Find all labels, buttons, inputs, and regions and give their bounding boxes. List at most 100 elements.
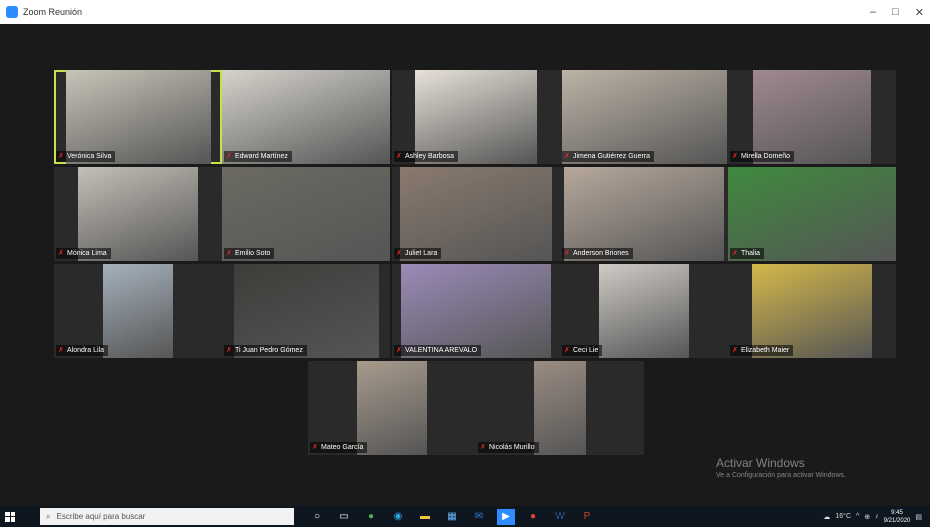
widgets-icon[interactable]: ▭ bbox=[335, 509, 353, 525]
notifications-icon[interactable]: ▤ bbox=[915, 513, 922, 521]
participant-nameplate: ✗ Thalia bbox=[730, 248, 765, 259]
participant-name: Emilio Soto bbox=[235, 250, 271, 257]
zoom-taskbar-icon[interactable]: ▶ bbox=[497, 508, 515, 525]
participant-video bbox=[564, 167, 724, 261]
taskbar: ⌕ Escribe aquí para buscar ○ ▭ ● ◉ ▬ ▦ ✉… bbox=[0, 506, 930, 527]
muted-mic-icon: ✗ bbox=[226, 346, 232, 354]
store-icon[interactable]: ▦ bbox=[443, 509, 461, 525]
muted-mic-icon: ✗ bbox=[396, 346, 402, 354]
explorer-icon[interactable]: ▬ bbox=[416, 509, 434, 525]
participant-video bbox=[753, 70, 871, 164]
participant-tile[interactable]: ✗ Mateo García bbox=[308, 361, 476, 455]
participant-tile[interactable]: ✗ Alondra Lila bbox=[54, 264, 222, 358]
muted-mic-icon: ✗ bbox=[312, 443, 318, 451]
participant-video bbox=[222, 70, 390, 164]
muted-mic-icon: ✗ bbox=[226, 249, 232, 257]
participant-tile[interactable]: ✗ Jimena Gutiérrez Guerra bbox=[560, 70, 728, 164]
participant-video bbox=[401, 264, 551, 358]
participant-nameplate: ✗ Mirella Domeño bbox=[730, 151, 795, 162]
participant-name: Mónica Lima bbox=[67, 250, 107, 257]
participant-video bbox=[534, 361, 586, 455]
search-placeholder: Escribe aquí para buscar bbox=[56, 512, 146, 521]
participant-tile[interactable]: ✗ Ashley Barbosa bbox=[392, 70, 560, 164]
minimize-button[interactable]: – bbox=[870, 6, 876, 18]
participant-tile[interactable]: ✗ Juliet Lara bbox=[392, 167, 560, 261]
participant-name: Alondra Lila bbox=[67, 347, 104, 354]
participant-tile[interactable]: ✗ Thalia bbox=[728, 167, 896, 261]
chrome-icon[interactable]: ● bbox=[362, 509, 380, 525]
participant-name: Mirella Domeño bbox=[741, 153, 791, 160]
volume-icon[interactable]: ♪ bbox=[875, 513, 879, 520]
windows-logo-icon bbox=[5, 511, 15, 522]
participant-nameplate: ✗ Mónica Lima bbox=[56, 248, 111, 259]
muted-mic-icon: ✗ bbox=[58, 249, 64, 257]
participant-name: Mateo García bbox=[321, 444, 364, 451]
participant-video bbox=[233, 264, 379, 358]
participant-tile[interactable]: ✗ Ceci Lie bbox=[560, 264, 728, 358]
participant-nameplate: ✗ Anderson Briones bbox=[562, 248, 633, 259]
participant-tile[interactable]: ✗ Ti Juan Pedro Gómez bbox=[222, 264, 390, 358]
close-button[interactable]: ✕ bbox=[915, 6, 924, 19]
muted-mic-icon: ✗ bbox=[564, 346, 570, 354]
participant-tile[interactable]: ✗ Anderson Briones bbox=[560, 167, 728, 261]
weather-icon[interactable]: ☁ bbox=[823, 513, 830, 521]
participant-name: Thalia bbox=[741, 250, 761, 257]
search-icon: ⌕ bbox=[46, 511, 51, 521]
watermark-subtitle: Ve a Configuración para activar Windows. bbox=[716, 472, 846, 479]
taskbar-search-input[interactable]: ⌕ Escribe aquí para buscar bbox=[40, 508, 294, 525]
participant-nameplate: ✗ Mateo García bbox=[310, 442, 368, 453]
participant-nameplate: ✗ Elizabeth Maier bbox=[730, 345, 794, 356]
chrome-alt-icon[interactable]: ● bbox=[524, 509, 542, 525]
participant-tile[interactable]: ✗ Edward Martínez bbox=[222, 70, 390, 164]
maximize-button[interactable]: □ bbox=[892, 6, 899, 18]
muted-mic-icon: ✗ bbox=[732, 346, 738, 354]
participant-name: VALENTINA AREVALO bbox=[405, 347, 478, 354]
zoom-icon bbox=[6, 6, 18, 18]
muted-mic-icon: ✗ bbox=[732, 249, 738, 257]
clock-date: 9/21/2020 bbox=[883, 517, 911, 524]
participant-tile[interactable]: ✗ Mónica Lima bbox=[54, 167, 222, 261]
participant-nameplate: ✗ Edward Martínez bbox=[224, 151, 292, 162]
participant-tile[interactable]: ✗ Verónica Silva bbox=[54, 70, 222, 164]
participant-tile[interactable]: ✗ Elizabeth Maier bbox=[728, 264, 896, 358]
muted-mic-icon: ✗ bbox=[58, 152, 64, 160]
participant-video bbox=[222, 167, 390, 261]
participant-tile[interactable]: ✗ Mirella Domeño bbox=[728, 70, 896, 164]
activate-windows-watermark: Activar Windows Ve a Configuración para … bbox=[716, 456, 846, 479]
participant-tile[interactable]: ✗ VALENTINA AREVALO bbox=[392, 264, 560, 358]
participant-video bbox=[599, 264, 689, 358]
participant-nameplate: ✗ Ashley Barbosa bbox=[394, 151, 459, 162]
start-button[interactable] bbox=[0, 506, 20, 527]
watermark-title: Activar Windows bbox=[716, 456, 805, 470]
task-view-icon[interactable]: ○ bbox=[308, 509, 326, 525]
tray-chevron-icon[interactable]: ^ bbox=[856, 513, 859, 520]
participant-nameplate: ✗ VALENTINA AREVALO bbox=[394, 345, 482, 356]
edge-icon[interactable]: ◉ bbox=[389, 509, 407, 525]
participant-name: Elizabeth Maier bbox=[741, 347, 790, 354]
participant-video bbox=[357, 361, 427, 455]
participant-nameplate: ✗ Ti Juan Pedro Gómez bbox=[224, 345, 307, 356]
mail-icon[interactable]: ✉ bbox=[470, 509, 488, 525]
powerpoint-icon[interactable]: P bbox=[578, 509, 596, 525]
network-icon[interactable]: ⊕ bbox=[864, 513, 870, 521]
muted-mic-icon: ✗ bbox=[480, 443, 486, 451]
participant-nameplate: ✗ Jimena Gutiérrez Guerra bbox=[562, 151, 655, 162]
participant-video bbox=[415, 70, 537, 164]
participant-tile[interactable]: ✗ Nicolás Murillo bbox=[476, 361, 644, 455]
participant-nameplate: ✗ Juliet Lara bbox=[394, 248, 442, 259]
muted-mic-icon: ✗ bbox=[396, 152, 402, 160]
muted-mic-icon: ✗ bbox=[396, 249, 402, 257]
participant-tile[interactable]: ✗ Emilio Soto bbox=[222, 167, 390, 261]
title-bar: Zoom Reunión – □ ✕ bbox=[0, 0, 930, 24]
clock[interactable]: 9:45 9/21/2020 bbox=[884, 509, 911, 525]
muted-mic-icon: ✗ bbox=[732, 152, 738, 160]
muted-mic-icon: ✗ bbox=[564, 152, 570, 160]
participant-video bbox=[752, 264, 872, 358]
participant-name: Ti Juan Pedro Gómez bbox=[235, 347, 303, 354]
participant-nameplate: ✗ Nicolás Murillo bbox=[478, 442, 539, 453]
participant-nameplate: ✗ Verónica Silva bbox=[56, 151, 116, 162]
participant-name: Nicolás Murillo bbox=[489, 444, 535, 451]
participant-name: Jimena Gutiérrez Guerra bbox=[573, 153, 651, 160]
participant-name: Ceci Lie bbox=[573, 347, 599, 354]
word-icon[interactable]: W bbox=[551, 509, 569, 525]
